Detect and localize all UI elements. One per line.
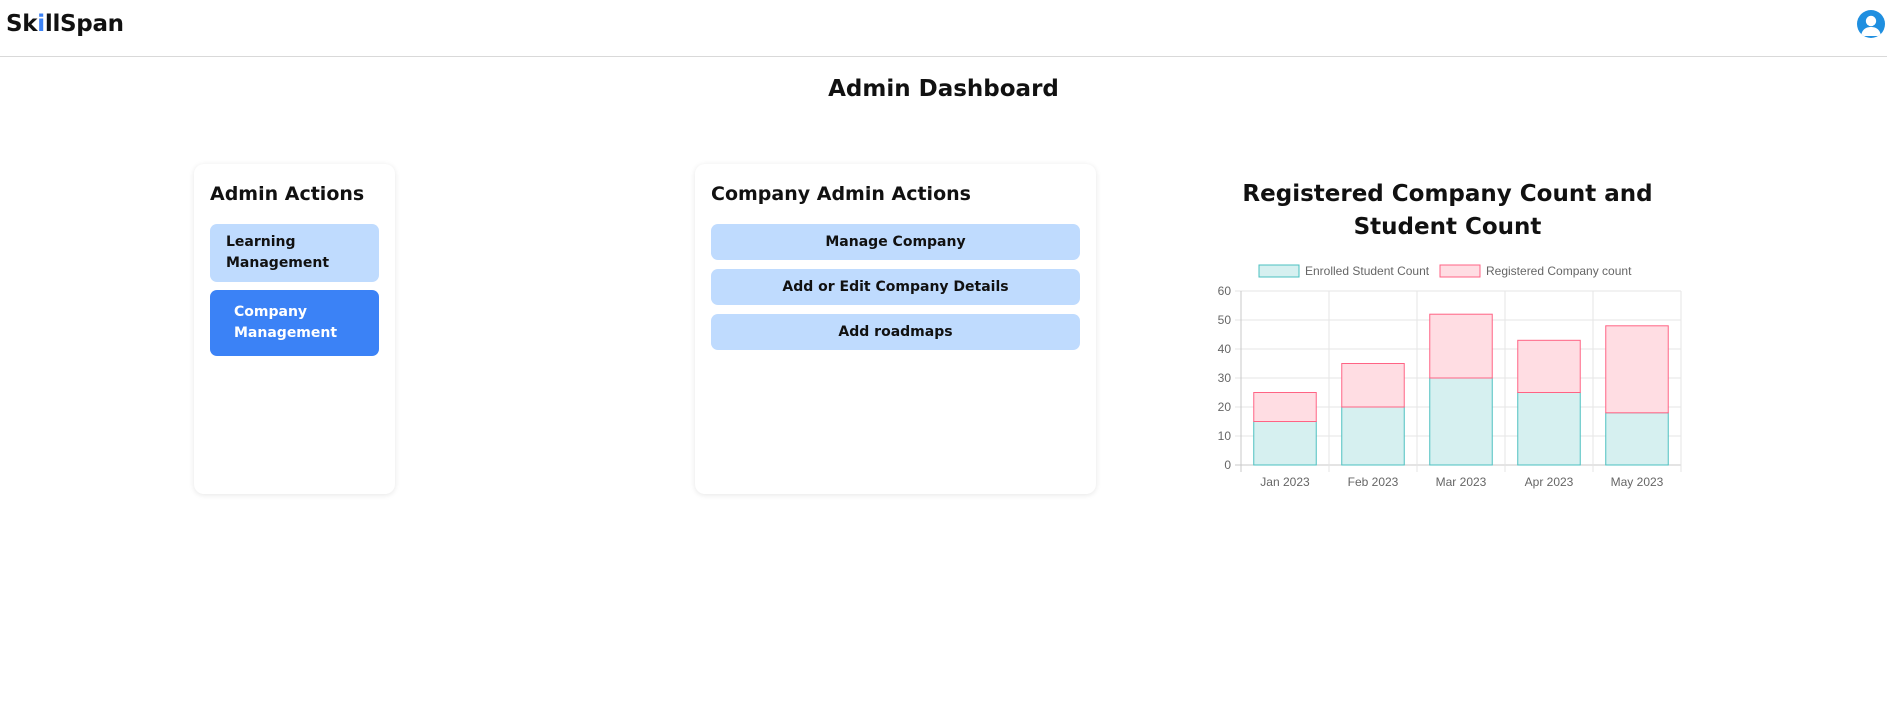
enrolled-student-bar [1517,392,1581,466]
y-tick-label: 40 [1218,342,1232,356]
enrolled-student-bar [1429,377,1493,466]
top-navbar: SkillSpan [0,0,1887,57]
chart-canvas: 0 10 20 30 40 50 60 Jan 2023 Feb 2023 Mar 2023 Apr… [1218,264,1682,489]
registered-company-bar [1605,325,1669,414]
user-silhouette-icon [1861,15,1881,36]
learning-management-label-line2: Management [226,255,330,271]
y-tick-label: 0 [1224,458,1231,472]
edit-company-details-button[interactable]: Add or Edit Company Details [711,269,1080,305]
y-tick-label: 60 [1218,284,1232,298]
x-tick-label: Jan 2023 [1260,475,1310,489]
learning-management-label-line1: Learning [226,234,296,250]
logo-text-start: Sk [6,11,38,37]
registered-company-bar [1429,313,1493,379]
add-roadmaps-button[interactable]: Add roadmaps [711,314,1080,350]
x-tick-label: Apr 2023 [1525,475,1574,489]
y-tick-label: 30 [1218,371,1232,385]
app-logo[interactable]: SkillSpan [6,11,124,37]
company-management-label-line2: Management [234,325,338,341]
company-management-label-line1: Company [234,304,308,320]
learning-management-button[interactable]: Learning Management [210,224,379,282]
enrolled-student-bar [1341,406,1405,466]
y-tick-label: 20 [1218,400,1232,414]
legend-registered-company-swatch [1439,264,1481,278]
user-avatar-icon[interactable] [1857,10,1885,38]
y-tick-label: 10 [1218,429,1232,443]
logo-text-end: llSpan [44,11,124,37]
logo-text-accent: i [37,11,45,37]
x-tick-label: Feb 2023 [1348,475,1399,489]
company-management-button[interactable]: Company Management [210,290,379,356]
registered-company-bar [1341,363,1405,408]
company-admin-actions-title: Company Admin Actions [711,183,971,205]
admin-actions-title: Admin Actions [210,183,365,205]
y-tick-label: 50 [1218,313,1232,327]
enrolled-student-bar [1605,412,1669,466]
x-tick-label: Mar 2023 [1436,475,1487,489]
manage-company-button[interactable]: Manage Company [711,224,1080,260]
x-tick-label: May 2023 [1611,475,1664,489]
registered-company-bar [1517,339,1581,394]
registered-company-bar [1253,392,1317,422]
legend-registered-company-label: Registered Company count [1486,264,1632,278]
legend-enrolled-student-label: Enrolled Student Count [1305,264,1430,278]
enrolled-student-bar [1253,421,1317,466]
registration-chart: Registered Company Count and Student Cou… [1205,178,1685,508]
admin-actions-card: Admin Actions Learning Management Compan… [194,164,395,494]
company-admin-actions-card: Company Admin Actions Manage Company Add… [695,164,1096,494]
page-title: Admin Dashboard [828,76,1059,102]
legend-enrolled-student-swatch [1258,264,1300,278]
